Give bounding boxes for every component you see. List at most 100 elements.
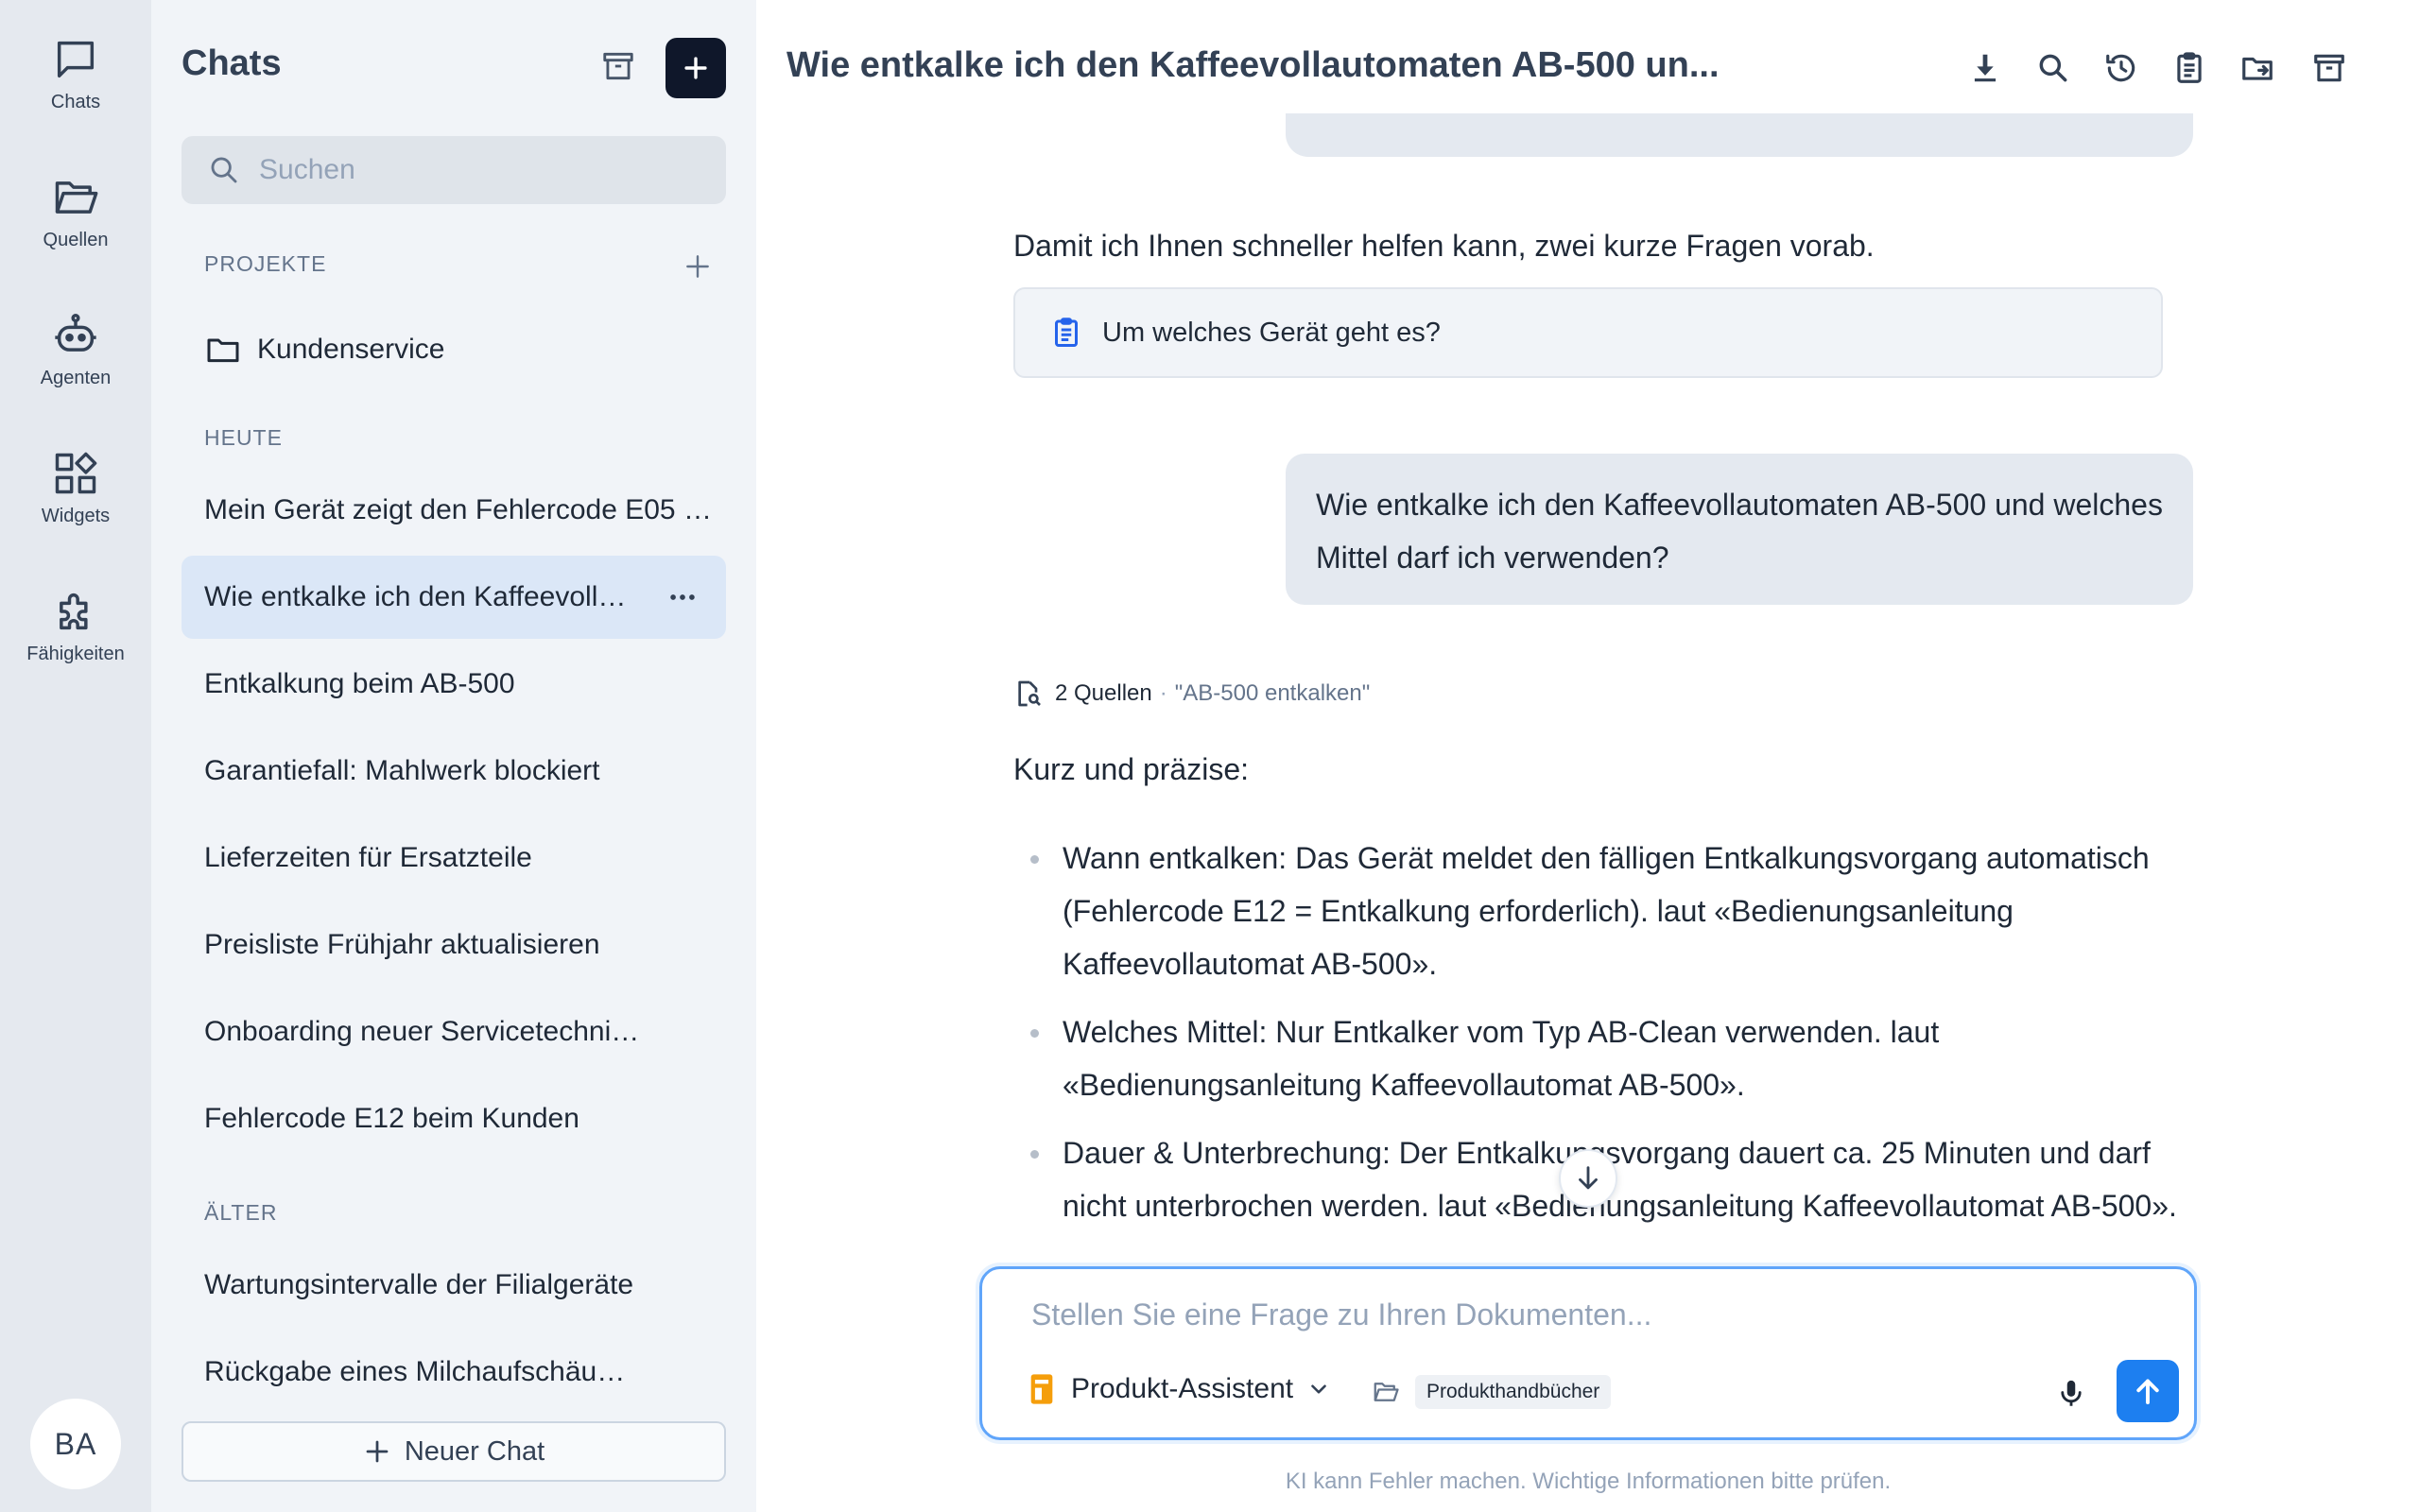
rail-item-widgets[interactable]: Widgets <box>0 431 151 544</box>
avatar[interactable]: BA <box>30 1399 121 1489</box>
app-rail: Chats Quellen Agenten Widgets Fähigkeite… <box>0 0 151 1512</box>
arrow-down-icon <box>1579 1166 1598 1190</box>
assistant-intro: Damit ich Ihnen schneller helfen kann, z… <box>1013 229 1875 263</box>
robot-icon <box>55 313 96 352</box>
chat-item-title: Lieferzeiten für Ersatzteile <box>204 842 532 873</box>
chat-list-item-active[interactable]: Wie entkalke ich den Kaffeevollautomaten… <box>182 556 726 639</box>
chat-item-title: Garantiefall: Mahlwerk blockiert <box>204 755 600 786</box>
chat-list-item[interactable]: Fehlercode E12 beim Kunden <box>182 1077 726 1160</box>
rail-item-quellen[interactable]: Quellen <box>0 155 151 268</box>
chat-main: Wie entkalke ich den Kaffeevollautomaten… <box>756 0 2420 1512</box>
search-field[interactable] <box>182 136 726 204</box>
clipboard-icon <box>1055 318 1078 347</box>
chat-item-title: Onboarding neuer Servicetechniker <box>204 1016 648 1047</box>
manual-icon <box>1030 1374 1053 1404</box>
folder-open-icon <box>1374 1383 1399 1401</box>
rail-item-faehigkeiten[interactable]: Fähigkeiten <box>0 569 151 682</box>
clarifying-question-card[interactable]: Um welches Gerät geht es? <box>1013 287 2163 378</box>
rail-label: Chats <box>50 91 101 112</box>
clipboard-button[interactable] <box>2167 45 2212 91</box>
search-chat-button[interactable] <box>2031 45 2076 91</box>
rail-label: Quellen <box>43 229 109 250</box>
new-chat-button[interactable]: Neuer Chat <box>182 1421 726 1482</box>
chat-item-title: Fehlercode E12 beim Kunden <box>204 1103 579 1134</box>
answer-lead: Kurz und präzise: <box>1013 752 1250 786</box>
microphone-icon <box>2061 1380 2082 1406</box>
arrow-up-icon <box>2136 1379 2159 1404</box>
chat-sidebar: Chats PROJEKTE Kundenservice HEUTE Mein … <box>151 0 756 1512</box>
agent-selector[interactable]: Produkt-Assistent <box>1029 1373 1331 1405</box>
chat-item-title: Mein Gerät zeigt den Fehlercode E05 an <box>204 494 715 525</box>
chat-bubble-icon <box>57 41 95 77</box>
message-input[interactable] <box>1031 1297 2118 1345</box>
rail-item-chats[interactable]: Chats <box>0 17 151 130</box>
chevron-down-icon <box>1311 1384 1326 1394</box>
folder-icon <box>207 338 239 363</box>
search-icon <box>2039 54 2067 82</box>
rail-label: Fähigkeiten <box>26 643 125 664</box>
new-chat-icon-button[interactable] <box>666 38 726 98</box>
folder-open-icon <box>55 180 98 214</box>
sidebar-title: Chats <box>182 43 282 83</box>
source-scope[interactable]: Produkthandbücher <box>1372 1375 1612 1409</box>
archive-chat-button[interactable] <box>2307 45 2352 91</box>
agent-name: Produkt-Assistent <box>1071 1373 1294 1404</box>
sources-count: 2 Quellen <box>1055 680 1152 706</box>
scope-chip: Produkthandbücher <box>1415 1375 1612 1409</box>
plus-icon <box>684 57 707 79</box>
ai-disclaimer: KI kann Fehler machen. Wichtige Informat… <box>1285 1469 1892 1494</box>
more-options-icon[interactable] <box>662 576 703 618</box>
projects-section-label: PROJEKTE <box>204 251 327 276</box>
sources-separator: · <box>1159 680 1167 706</box>
history-icon <box>2106 54 2135 82</box>
archive-icon <box>2314 54 2344 82</box>
chat-item-title: Wie entkalke ich den Kaffeevollautomaten… <box>204 581 630 612</box>
search-input[interactable] <box>259 154 694 186</box>
chat-item-title: Rückgabe eines Milchaufschäumers <box>204 1356 648 1387</box>
history-button[interactable] <box>2099 45 2144 91</box>
search-icon <box>211 157 237 183</box>
plus-icon <box>686 255 709 278</box>
today-section-label: HEUTE <box>204 425 283 450</box>
add-project-button[interactable] <box>679 248 717 285</box>
chat-list-item[interactable]: Lieferzeiten für Ersatzteile <box>182 816 726 900</box>
clipboard-icon <box>2177 52 2202 83</box>
chat-list-item[interactable]: Wartungsintervalle der Filialgeräte <box>182 1244 726 1327</box>
plus-icon <box>366 1440 389 1463</box>
older-section-label: ÄLTER <box>204 1200 278 1225</box>
chat-item-title: Entkalkung beim AB-500 <box>204 668 515 699</box>
chat-list-item[interactable]: Preisliste Frühjahr aktualisieren <box>182 903 726 987</box>
download-button[interactable] <box>1962 45 2008 91</box>
rail-item-agenten[interactable]: Agenten <box>0 293 151 406</box>
scroll-to-bottom-button[interactable] <box>1559 1149 1617 1208</box>
rail-label: Agenten <box>40 367 112 388</box>
folder-move-icon <box>2242 57 2273 80</box>
new-chat-label: Neuer Chat <box>404 1435 545 1467</box>
sources-query: "AB-500 entkalken" <box>1174 680 1371 706</box>
archive-button[interactable] <box>596 43 641 89</box>
puzzle-icon <box>60 593 88 629</box>
archive-icon <box>603 52 633 80</box>
sources-summary[interactable]: 2 Quellen · "AB-500 entkalken" <box>1013 679 1370 709</box>
user-message: Wie entkalke ich den Kaffeevollautomaten… <box>1286 454 2193 605</box>
chat-item-title: Preisliste Frühjahr aktualisieren <box>204 929 600 960</box>
move-to-folder-button[interactable] <box>2235 45 2280 91</box>
answer-fade <box>1013 1219 2204 1266</box>
chat-list-item[interactable]: Garantiefall: Mahlwerk blockiert <box>182 730 726 813</box>
chat-list-item[interactable]: Mein Gerät zeigt den Fehlercode E05 an <box>182 469 726 552</box>
widgets-icon <box>55 452 97 493</box>
download-icon <box>1974 54 1996 82</box>
chat-item-title: Wartungsintervalle der Filialgeräte <box>204 1269 634 1300</box>
chat-list-item[interactable]: Entkalkung beim AB-500 <box>182 643 726 726</box>
voice-input-button[interactable] <box>2048 1371 2094 1417</box>
project-item-kundenservice[interactable]: Kundenservice <box>204 331 444 369</box>
chat-list-item[interactable]: Rückgabe eines Milchaufschäumers <box>182 1331 726 1414</box>
rail-label: Widgets <box>41 505 111 526</box>
document-search-icon <box>1018 680 1041 707</box>
question-text: Um welches Gerät geht es? <box>1102 317 1441 348</box>
send-button[interactable] <box>2117 1360 2179 1422</box>
previous-user-message <box>1286 113 2193 157</box>
chat-list-item[interactable]: Onboarding neuer Servicetechniker <box>182 990 726 1074</box>
answer-bullet: Wann entkalken: Das Gerät meldet den fäl… <box>1013 832 2204 990</box>
message-composer: Produkt-Assistent Produkthandbücher <box>979 1266 2197 1440</box>
